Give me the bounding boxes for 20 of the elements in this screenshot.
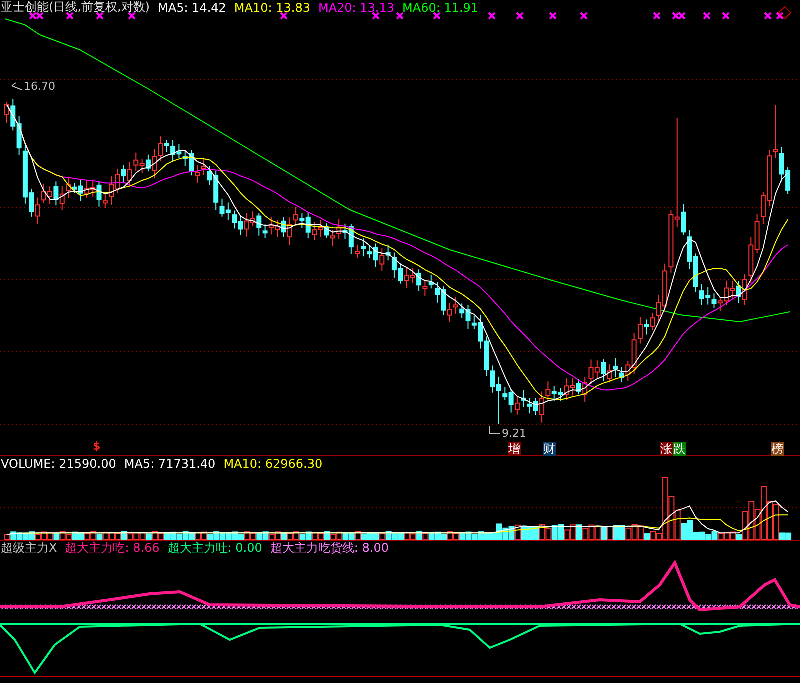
event-tag: 跌 (673, 442, 686, 456)
price-label: 16.70 (24, 80, 56, 93)
volume-reading: MA10: 62966.30 (224, 456, 323, 471)
volume-reading: MA5: 71731.40 (124, 456, 216, 471)
moving-average-reading: MA20: 13.13 (318, 0, 395, 14)
indicator-reading: 超大主力吐: 0.00 (168, 540, 262, 558)
stock-title: 亚士创能(日线,前复权,对数) (1, 0, 150, 16)
indicator-reading: 超级主力X (1, 540, 58, 558)
event-tag: 增 (508, 442, 521, 456)
moving-average-reading: MA10: 13.83 (234, 0, 310, 14)
signal-mark: $ (93, 440, 101, 453)
volume-reading: VOLUME: 21590.00 (1, 456, 116, 471)
moving-average-reading: MA5: 14.42 (158, 0, 226, 14)
event-tag: 涨 (660, 442, 673, 456)
event-tag: 财 (543, 442, 556, 456)
event-tag: 榜 (771, 442, 784, 456)
indicator-reading: 超大主力吃: 8.66 (65, 540, 160, 558)
indicator-reading: 超大主力吃货线: 8.00 (270, 540, 389, 558)
moving-average-reading: MA60: 11.91 (402, 0, 479, 14)
price-label: 9.21 (502, 427, 526, 440)
